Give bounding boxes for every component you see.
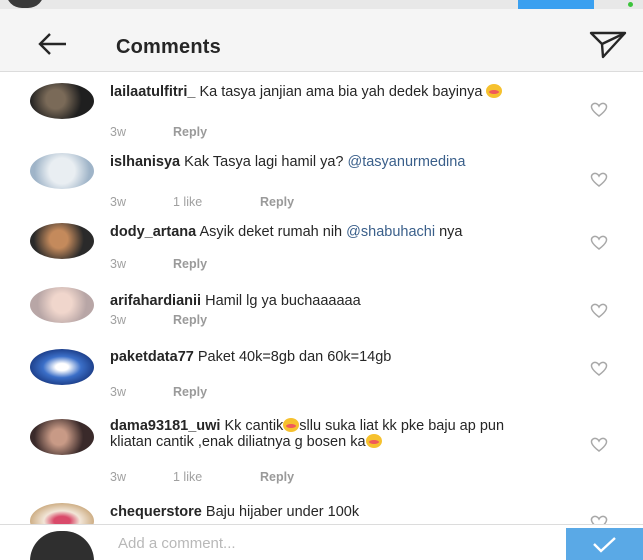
comment-message: Paket 40k=8gb dan 60k=14gb [193,349,392,365]
heart-icon [590,437,608,452]
checkmark-icon [593,537,616,553]
comment-meta: 3w 1 like Reply [110,195,294,209]
comment-username[interactable]: dody_artana [110,224,196,240]
status-bar [0,0,643,9]
comment-meta: 3w Reply [110,257,207,271]
like-button[interactable] [587,512,611,524]
back-button[interactable] [36,29,70,59]
like-button[interactable] [587,300,611,320]
heart-icon [590,102,608,117]
heart-icon [590,303,608,318]
reply-button[interactable]: Reply [260,470,294,484]
comment-text: paketdata77 Paket 40k=8gb dan 60k=14gb [110,349,460,365]
comment-meta: 3w Reply [110,313,207,327]
send-button[interactable] [566,528,643,560]
comment-time: 3w [110,257,126,271]
like-button[interactable] [587,434,611,454]
arrow-left-icon [38,33,66,55]
comment-username[interactable]: dama93181_uwi [110,418,220,434]
comment-time: 3w [110,385,126,399]
comment-message: Baju hijaber under 100k [201,504,360,520]
comment-username[interactable]: arifahardianii [110,293,201,309]
avatar[interactable] [30,419,94,455]
comments-header: Comments [0,9,643,72]
comment-time: 3w [110,313,126,327]
share-button[interactable] [588,29,628,61]
heart-icon [590,361,608,376]
avatar[interactable] [30,349,94,385]
avatar [30,531,94,560]
comment-username[interactable]: islhanisya [110,154,180,170]
comment-mention[interactable]: @shabuhachi [346,224,435,240]
comment-username[interactable]: chequerstore [110,504,202,520]
comment-message: Asyik deket rumah nih [196,224,347,240]
status-dot-icon [628,2,633,7]
comment-input[interactable] [118,531,538,555]
status-bar-avatar-fragment [6,0,44,8]
like-button[interactable] [587,99,611,119]
heart-eyes-emoji-icon [486,84,503,98]
like-button[interactable] [587,358,611,378]
reply-button[interactable]: Reply [173,313,207,327]
comment-text: dama93181_uwi Kk cantik sllu suka liat kk… [110,418,510,450]
comment-username[interactable]: lailaatulfitri_ [110,84,195,100]
comment-meta: 3w 1 like Reply [110,470,294,484]
reply-button[interactable]: Reply [260,195,294,209]
comment-mention[interactable]: @tasyanurmedina [348,154,466,170]
comment-list[interactable]: lailaatulfitri_ Ka tasya janjian ama bia… [0,72,643,524]
comment-time: 3w [110,125,126,139]
heart-eyes-emoji-icon [365,434,382,448]
heart-icon [590,235,608,250]
comment-meta: 3w Reply [110,125,207,139]
comment-text: islhanisya Kak Tasya lagi hamil ya? @tas… [110,154,570,170]
avatar[interactable] [30,223,94,259]
heart-icon [590,172,608,187]
comment-text: chequerstore Baju hijaber under 100k [110,504,570,520]
comment-text: dody_artana Asyik deket rumah nih @shabu… [110,224,570,240]
comment-message: Kk cantik [220,418,284,434]
avatar[interactable] [30,503,94,524]
comment-username[interactable]: paketdata77 [110,349,194,365]
reply-button[interactable]: Reply [173,257,207,271]
page-title: Comments [116,36,221,58]
comment-message: Hamil lg ya buchaaaaaa [201,293,361,309]
status-bar-highlight [518,0,594,9]
avatar[interactable] [30,83,94,119]
heart-eyes-emoji-icon [283,418,300,432]
reply-button[interactable]: Reply [173,385,207,399]
comment-time: 3w [110,470,126,484]
avatar[interactable] [30,287,94,323]
like-count[interactable]: 1 like [173,195,260,209]
avatar[interactable] [30,153,94,189]
heart-icon [590,515,608,524]
comment-time: 3w [110,195,126,209]
comment-message-continued: nya [435,224,463,240]
paper-plane-icon [589,31,627,59]
comment-text: arifahardianii Hamil lg ya buchaaaaaa [110,293,570,309]
comment-composer [0,524,643,560]
comment-message: Ka tasya janjian ama bia yah dedek bayin… [195,84,487,100]
like-count[interactable]: 1 like [173,470,260,484]
like-button[interactable] [587,169,611,189]
reply-button[interactable]: Reply [173,125,207,139]
comment-meta: 3w Reply [110,385,207,399]
comment-message: Kak Tasya lagi hamil ya? [180,154,348,170]
comment-text: lailaatulfitri_ Ka tasya janjian ama bia… [110,84,570,100]
like-button[interactable] [587,232,611,252]
